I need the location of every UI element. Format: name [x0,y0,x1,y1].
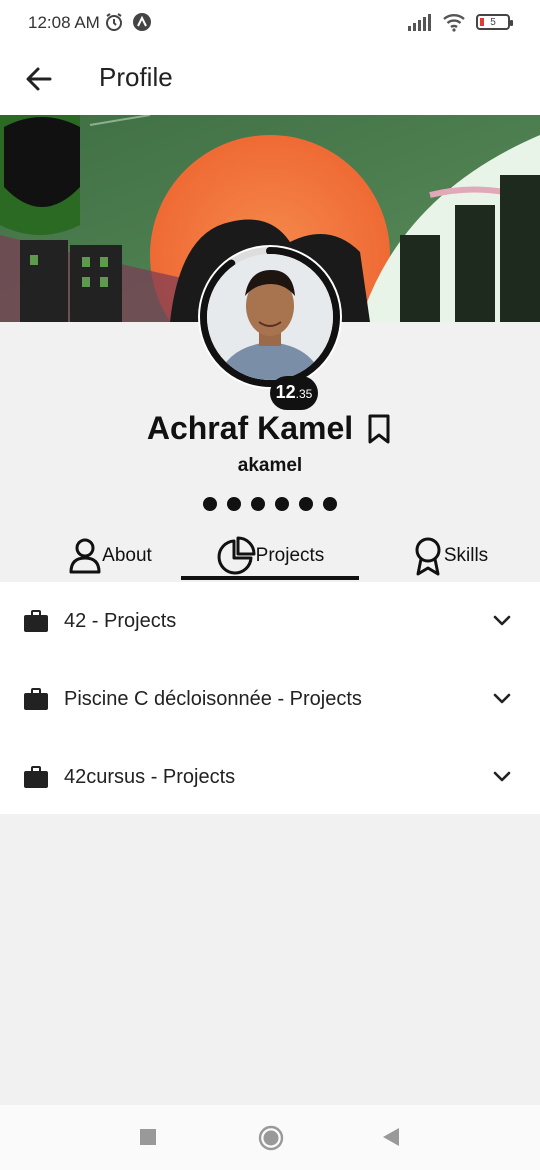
level-integer: 12 [275,382,296,402]
back-triangle-icon[interactable] [381,1125,401,1149]
alarm-icon [106,13,122,31]
battery-level: 5 [490,16,496,28]
app-bar: Profile [0,46,540,115]
project-item-label: 42 - Projects [64,609,177,632]
tab-projects-label: Projects [255,545,325,566]
page-dot [203,497,217,511]
app-notification-icon [133,13,151,31]
project-list: 42 - Projects Piscine C décloisonnée - P… [0,582,540,814]
briefcase-icon [24,766,48,788]
page-dot [275,497,289,511]
tab-bar: About Projects Skills [0,530,540,582]
status-icons-right: 5 [408,12,513,32]
status-bar: 12:08 AM 5 [0,0,540,46]
login-name: akamel [237,455,303,476]
bookmark-icon[interactable] [365,413,393,445]
page-title: Profile [99,62,173,92]
pie-chart-icon [217,536,256,575]
name-row: Achraf Kamel [0,410,540,447]
award-icon [415,537,441,576]
level-badge: 12.35 [270,376,318,410]
project-item-42[interactable]: 42 - Projects [0,582,540,660]
status-icons-left [104,12,152,32]
arrow-left-icon[interactable] [22,62,56,96]
project-item-label: Piscine C décloisonnée - Projects [64,687,362,710]
page-dot [323,497,337,511]
wifi-icon [443,14,465,32]
project-item-label: 42cursus - Projects [64,765,236,788]
tab-about-label: About [102,545,152,566]
project-item-piscine[interactable]: Piscine C décloisonnée - Projects [0,660,540,738]
page-dot [227,497,241,511]
briefcase-icon [24,610,48,632]
avatar [194,241,346,393]
briefcase-icon [24,688,48,710]
signal-icon [408,14,431,31]
status-time: 12:08 AM [28,13,100,32]
page-dots [0,497,540,511]
level-decimal: .35 [295,387,313,401]
chevron-down-icon[interactable] [492,767,512,787]
chevron-down-icon[interactable] [492,611,512,631]
home-icon[interactable] [258,1125,284,1151]
page-dot [251,497,265,511]
tab-about[interactable]: About [40,530,180,582]
tab-projects[interactable]: Projects [181,530,359,582]
tab-skills[interactable]: Skills [395,530,505,582]
system-nav-bar [0,1105,540,1170]
tab-skills-label: Skills [443,545,489,566]
chevron-down-icon[interactable] [492,689,512,709]
active-tab-indicator [181,576,359,580]
battery-icon: 5 [476,14,513,30]
project-item-42cursus[interactable]: 42cursus - Projects [0,738,540,816]
full-name: Achraf Kamel [146,410,354,446]
page-dot [299,497,313,511]
recent-apps-icon[interactable] [139,1125,157,1149]
user-icon [69,538,101,574]
avatar-photo [207,254,333,380]
